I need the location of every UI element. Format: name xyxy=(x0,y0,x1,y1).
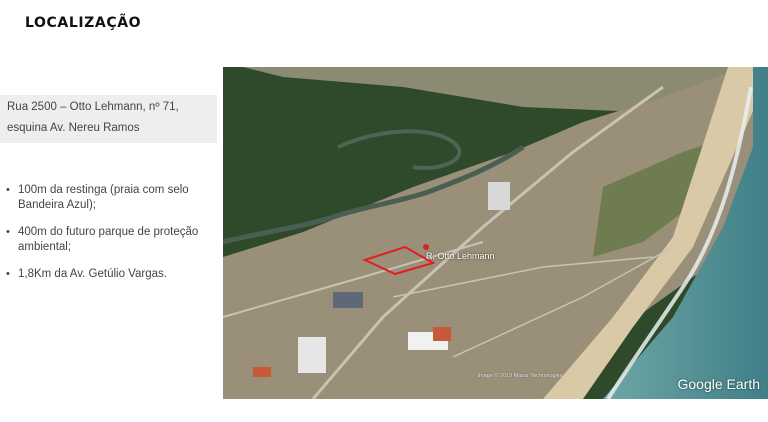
bullet-icon: • xyxy=(6,226,10,238)
address-box: Rua 2500 – Otto Lehmann, nº 71, esquina … xyxy=(0,95,217,143)
address-line-1: Rua 2500 – Otto Lehmann, nº 71, xyxy=(7,101,179,113)
list-item: • 400m do futuro parque de proteção ambi… xyxy=(6,225,211,255)
bullet-icon: • xyxy=(6,184,10,196)
location-pin-icon xyxy=(423,244,429,250)
bullet-icon: • xyxy=(6,268,10,280)
google-earth-logo: Google Earth xyxy=(677,376,761,392)
address-line-2: esquina Av. Nereu Ramos xyxy=(7,122,140,134)
satellite-map[interactable]: R. Otto Lehmann Google Earth xyxy=(223,67,768,399)
highlights-list: • 100m da restinga (praia com selo Bande… xyxy=(6,183,211,294)
page-title: LOCALIZAÇÃO xyxy=(25,15,142,31)
highlight-text: 400m do futuro parque de proteção ambien… xyxy=(18,226,199,253)
map-imagery xyxy=(223,67,768,399)
list-item: • 1,8Km da Av. Getúlio Vargas. xyxy=(6,267,211,282)
highlight-text: 1,8Km da Av. Getúlio Vargas. xyxy=(18,268,167,280)
imagery-credit: Image © 2019 Maxar Technologies xyxy=(477,373,563,379)
street-label: R. Otto Lehmann xyxy=(426,251,495,261)
highlight-text: 100m da restinga (praia com selo Bandeir… xyxy=(18,184,189,211)
list-item: • 100m da restinga (praia com selo Bande… xyxy=(6,183,211,213)
